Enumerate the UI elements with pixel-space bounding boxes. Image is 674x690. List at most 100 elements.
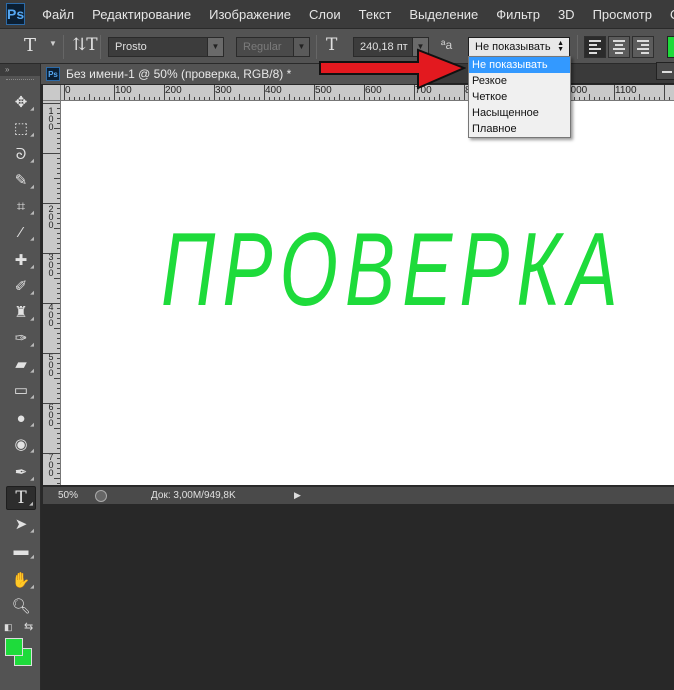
blur-tool-icon[interactable]: ● ◢ [6, 406, 36, 430]
chevron-down-icon[interactable]: ▼ [293, 38, 309, 56]
antialias-select[interactable]: Не показывать ▲ ▼ [468, 37, 570, 57]
ruler-tick [289, 94, 290, 100]
marquee-tool-icon[interactable]: ⬚ ◢ [6, 116, 36, 140]
ruler-tick [584, 97, 585, 100]
antialias-option-none[interactable]: Не показывать [469, 57, 570, 73]
menu-layers[interactable]: Слои [300, 7, 350, 22]
ruler-tick [609, 97, 610, 100]
ruler-label: 1100 [615, 85, 637, 96]
ruler-tick [214, 85, 215, 100]
ruler-tick [43, 103, 60, 104]
menu-window[interactable]: Окно [661, 7, 674, 22]
zoom-tool-icon[interactable]: 🔍︎ [6, 594, 36, 618]
ruler-tick [43, 403, 60, 404]
font-style-select[interactable]: Regular ▼ [236, 37, 310, 57]
zoom-level[interactable]: 50% [43, 490, 85, 501]
pen-tool-icon[interactable]: ✒ ◢ [6, 460, 36, 484]
menu-type[interactable]: Текст [350, 7, 401, 22]
swap-colors-icon[interactable]: ⇆ [24, 620, 33, 633]
canvas-text-layer[interactable]: ПРОВЕРКА [161, 211, 625, 330]
ruler-label: 100 [115, 85, 132, 96]
move-tool-icon[interactable]: ✥ ◢ [6, 90, 36, 114]
ruler-tick [57, 373, 60, 374]
align-left-button[interactable] [584, 36, 606, 58]
ruler-tick [424, 97, 425, 100]
ruler-label: 300 [215, 85, 232, 96]
ruler-tick [57, 148, 60, 149]
menu-select[interactable]: Выделение [400, 7, 487, 22]
clone-stamp-tool-icon[interactable]: ♜ ◢ [6, 300, 36, 324]
tools-panel-grip[interactable] [6, 79, 34, 85]
ruler-tick [89, 94, 90, 100]
healing-brush-tool-icon[interactable]: ✚ ◢ [6, 248, 36, 272]
align-right-button[interactable] [632, 36, 654, 58]
menu-image[interactable]: Изображение [200, 7, 300, 22]
ruler-tick [579, 97, 580, 100]
document-canvas[interactable]: ПРОВЕРКА [61, 101, 674, 485]
ruler-tick [419, 97, 420, 100]
ruler-tick [374, 97, 375, 100]
lasso-tool-icon[interactable]: ᘐ ◢ [6, 142, 36, 166]
separator [577, 35, 578, 59]
chevron-down-icon[interactable]: ▼ [207, 38, 223, 56]
rectangle-tool-icon[interactable]: ▬ ◢ [6, 538, 36, 562]
ruler-tick [599, 97, 600, 100]
ruler-tick [179, 97, 180, 100]
crop-tool-icon[interactable]: ⌗ ◢ [6, 194, 36, 218]
tools-panel-collapse-icon[interactable]: » [0, 64, 40, 76]
brush-tool-icon[interactable]: ✐ ◢ [6, 274, 36, 298]
eyedropper-tool-icon[interactable]: ⁄ ◢ [6, 220, 36, 244]
gradient-tool-icon[interactable]: ▭ ◢ [6, 378, 36, 402]
ruler-tick [234, 97, 235, 100]
ruler-tick [57, 368, 60, 369]
menu-3d[interactable]: 3D [549, 7, 584, 22]
ruler-tick [57, 423, 60, 424]
tool-preset-dropdown-icon[interactable]: ▼ [49, 39, 57, 48]
separator [63, 35, 64, 59]
ruler-tick [209, 97, 210, 100]
type-tool-icon[interactable]: T ◢ [6, 486, 36, 510]
ruler-tick [57, 343, 60, 344]
hand-tool-icon[interactable]: ✋ ◢ [6, 568, 36, 592]
ruler-tick [57, 383, 60, 384]
antialias-option-sharp[interactable]: Резкое [469, 73, 570, 89]
text-orientation-icon[interactable]: ⇅T [72, 35, 98, 55]
type-tool-preset-icon[interactable]: T [24, 35, 36, 56]
antialias-option-smooth[interactable]: Плавное [469, 121, 570, 137]
ruler-tick [64, 85, 65, 100]
ruler-tick [74, 97, 75, 100]
menu-view[interactable]: Просмотр [584, 7, 661, 22]
ruler-origin[interactable] [43, 85, 61, 101]
ruler-tick [254, 97, 255, 100]
ruler-tick [57, 173, 60, 174]
default-colors-icon[interactable]: ◧ [4, 622, 13, 633]
foreground-color-swatch[interactable] [5, 638, 23, 656]
font-family-select[interactable]: Prosto ▼ [108, 37, 224, 57]
menu-file[interactable]: Файл [33, 7, 83, 22]
share-icon[interactable] [95, 489, 107, 502]
ruler-tick [54, 278, 60, 279]
panel-minimize-button[interactable] [656, 62, 674, 80]
align-center-button[interactable] [608, 36, 630, 58]
antialias-option-strong[interactable]: Насыщенное [469, 105, 570, 121]
eraser-tool-icon[interactable]: ▰ ◢ [6, 352, 36, 376]
ruler-tick [57, 168, 60, 169]
antialias-option-crisp[interactable]: Четкое [469, 89, 570, 105]
vertical-ruler[interactable]: 1 0 0 2 0 0 3 0 0 4 0 0 5 0 0 6 0 0 7 0 … [43, 101, 61, 485]
text-color-swatch[interactable] [667, 36, 674, 58]
ruler-tick [239, 94, 240, 100]
ruler-tick [389, 94, 390, 100]
path-selection-tool-icon[interactable]: ➤ ◢ [6, 512, 36, 536]
ruler-tick [264, 85, 265, 100]
ruler-tick [644, 97, 645, 100]
menu-filter[interactable]: Фильтр [487, 7, 549, 22]
ruler-tick [329, 97, 330, 100]
history-brush-tool-icon[interactable]: ✑ ◢ [6, 326, 36, 350]
ruler-tick [54, 328, 60, 329]
status-menu-arrow-icon[interactable]: ▶ [294, 490, 301, 501]
dodge-tool-icon[interactable]: ◉ ◢ [6, 432, 36, 456]
ruler-tick [614, 85, 615, 100]
quick-selection-tool-icon[interactable]: ✎ ◢ [6, 168, 36, 192]
menu-edit[interactable]: Редактирование [83, 7, 200, 22]
ruler-tick [57, 288, 60, 289]
